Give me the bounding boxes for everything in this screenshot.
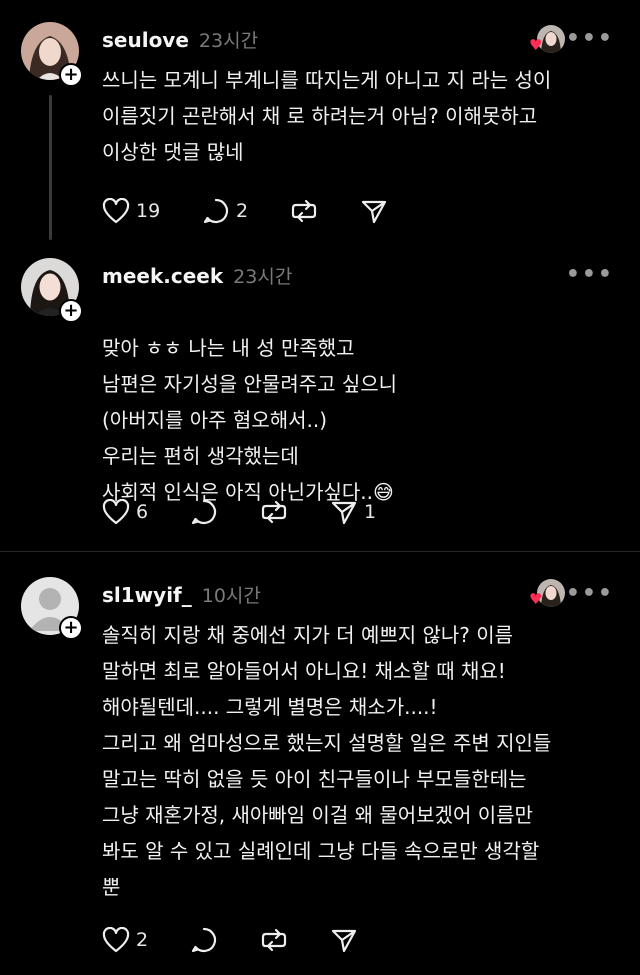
heart-icon (102, 499, 130, 525)
repost-button[interactable] (260, 926, 330, 954)
reply-text-content: 맞아 ㅎㅎ 나는 내 성 만족했고 남편은 자기성을 안물려주고 싶으니 (아버… (102, 336, 398, 504)
like-button[interactable]: 6 (102, 499, 190, 525)
share-count: 1 (364, 501, 377, 523)
username[interactable]: seulove (102, 28, 189, 52)
send-icon (361, 200, 387, 224)
thread-line (49, 95, 52, 240)
like-count: 19 (136, 200, 161, 222)
timestamp: 10시간 (201, 585, 261, 607)
share-button[interactable] (330, 926, 364, 954)
reply-post: + meek.ceek 23시간 ••• 맞아 ㅎㅎ 나는 내 성 만족했고 남… (0, 255, 640, 550)
follow-plus-icon[interactable]: + (59, 616, 83, 640)
repost-icon (261, 928, 287, 952)
sweat-smile-emoji: 😅 (373, 480, 394, 504)
reply-text: 쓰니는 모계니 부계니를 따지는게 아니고 지 라는 성이 이름짓기 곤란해서 … (102, 68, 552, 164)
send-icon (331, 501, 357, 525)
reply-post: + seulove 23시간 ♥ ••• 쓰니는 모계니 부계니를 따지는게 아… (0, 0, 640, 255)
timestamp: 23시간 (198, 30, 259, 52)
more-options-icon[interactable]: ••• (566, 262, 614, 287)
more-options-icon[interactable]: ••• (566, 26, 614, 51)
like-count: 2 (136, 929, 149, 951)
repost-icon (261, 500, 287, 524)
timestamp: 23시간 (233, 266, 293, 288)
comment-icon (203, 198, 229, 224)
share-button[interactable] (360, 197, 394, 225)
username[interactable]: sl1wyif_ (102, 583, 192, 607)
follow-plus-icon[interactable]: + (59, 63, 83, 87)
comment-icon (191, 499, 217, 525)
comment-count: 2 (236, 200, 249, 222)
heart-icon (102, 927, 130, 953)
heart-badge-icon: ♥ (529, 590, 543, 608)
repost-button[interactable] (290, 197, 360, 225)
comment-button[interactable] (190, 926, 260, 954)
repost-icon (291, 199, 317, 223)
like-count: 6 (136, 501, 149, 523)
send-icon (331, 929, 357, 953)
comment-button[interactable] (190, 498, 260, 526)
follow-plus-icon[interactable]: + (59, 299, 83, 323)
reply-text: 맞아 ㅎㅎ 나는 내 성 만족했고 남편은 자기성을 안물려주고 싶으니 (아버… (102, 294, 622, 510)
more-options-icon[interactable]: ••• (566, 581, 614, 606)
like-button[interactable]: 19 (102, 198, 202, 224)
heart-badge-icon: ♥ (529, 36, 543, 54)
heart-icon (102, 198, 130, 224)
repost-button[interactable] (260, 498, 330, 526)
username[interactable]: meek.ceek (102, 264, 223, 288)
reply-text: 솔직히 지랑 채 중에선 지가 더 예쁘지 않나? 이름 말하면 최로 알아들어… (102, 623, 552, 899)
reply-post: + sl1wyif_ 10시간 ♥ ••• 솔직히 지랑 채 중에선 지가 더 … (0, 552, 640, 975)
like-button[interactable]: 2 (102, 927, 190, 953)
share-button[interactable]: 1 (330, 498, 376, 526)
comment-icon (191, 927, 217, 953)
comment-button[interactable]: 2 (202, 197, 290, 225)
